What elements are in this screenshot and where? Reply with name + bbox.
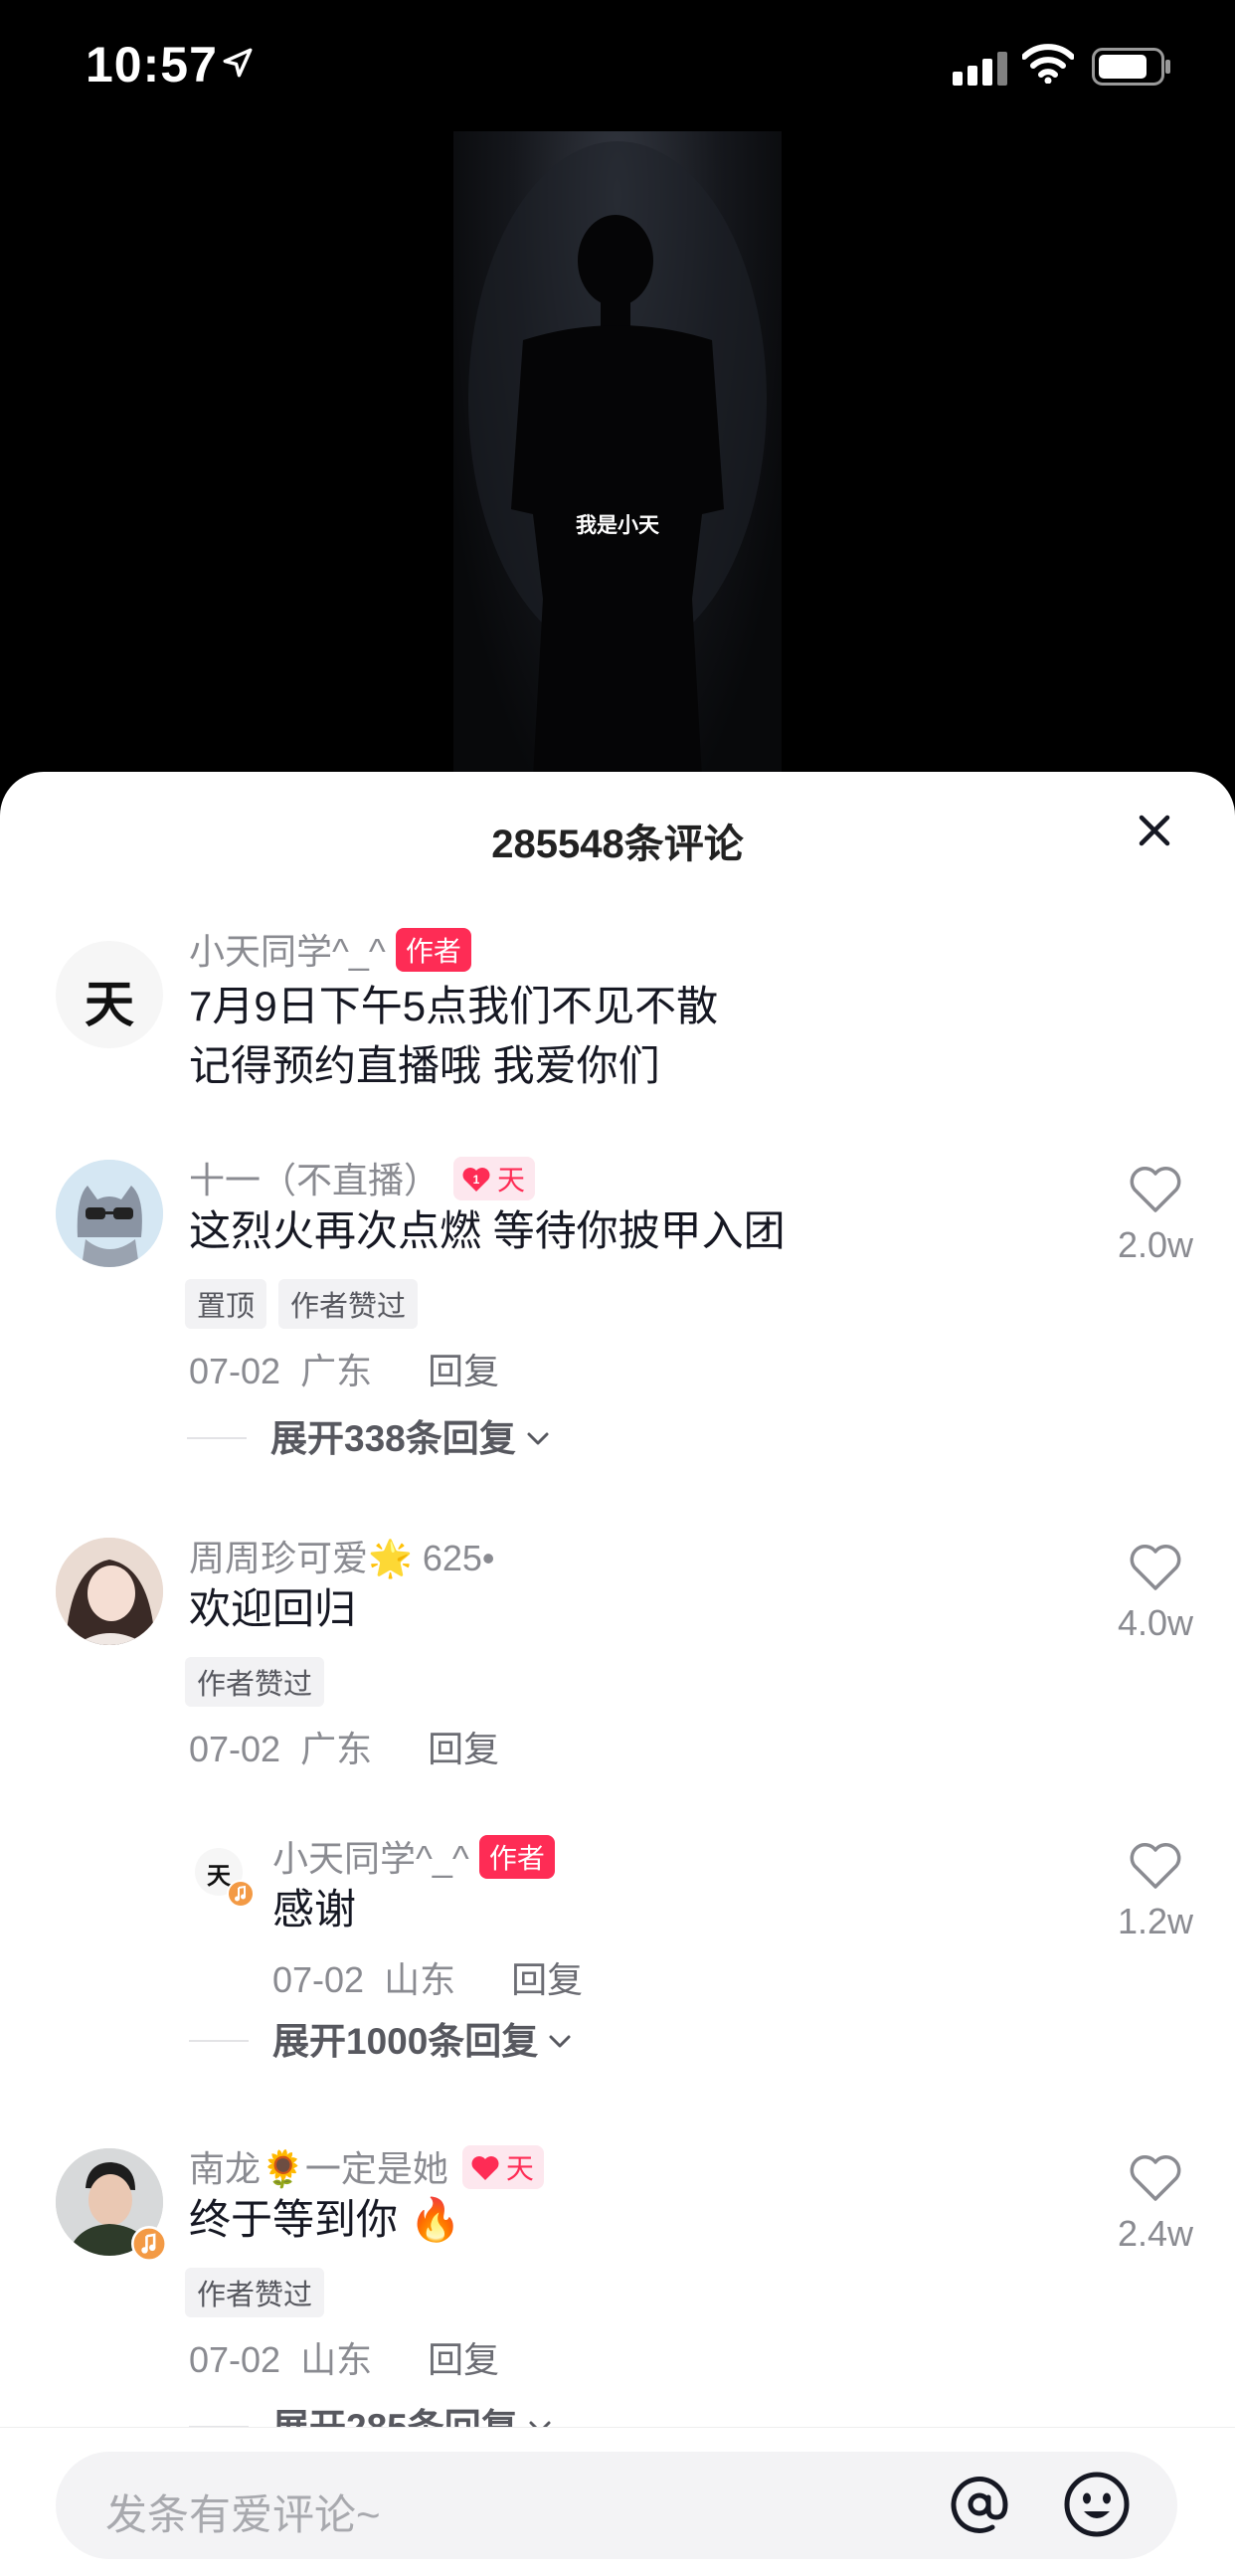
battery-icon [1092, 48, 1170, 86]
author-badge: 作者 [478, 1835, 555, 1879]
chevron-down-icon [527, 1432, 549, 1445]
comment-tags: 置顶 作者赞过 [185, 1279, 430, 1329]
chevron-down-icon [549, 2035, 571, 2048]
video-player[interactable]: 我是小天 [453, 131, 782, 778]
avatar-char: 天 [85, 975, 134, 1033]
like-count: 1.2w [1117, 1901, 1194, 1941]
comment-meta: 07-02 广东 回复 [189, 1343, 499, 1394]
comments-sheet: 285548条评论 天 小天同学^_^ 作者 7月9日下午5点我们不见不散 记得预… [0, 772, 1235, 2575]
avatar[interactable] [56, 1160, 163, 1267]
video-caption: 我是小天 [576, 512, 659, 537]
reply-button[interactable]: 回复 [511, 1959, 583, 2000]
pinned-tag: 置顶 [185, 1279, 267, 1329]
heart-badge-icon: 1 [462, 1168, 490, 1192]
author-liked-tag: 作者赞过 [278, 1279, 419, 1329]
avatar[interactable] [56, 1538, 163, 1645]
comment-date: 07-02 [189, 2339, 281, 2380]
like-button[interactable]: 2.4w [1106, 2154, 1205, 2255]
comment-author-name[interactable]: 小天同学^_^ 作者 [272, 1830, 555, 1882]
reply-button[interactable]: 回复 [428, 1351, 499, 1391]
heart-outline-icon [1130, 2155, 1181, 2201]
comment-input[interactable]: 发条有爱评论~ [56, 2452, 1177, 2559]
comment-meta: 07-02 山东 回复 [189, 2331, 499, 2383]
comment-text-line: 7月9日下午5点我们不见不散 [189, 983, 719, 1029]
comments-count-title: 285548条评论 [491, 823, 744, 866]
comment-author-name[interactable]: 十一（不直播） 1 天 [189, 1152, 536, 1203]
comment-text: 终于等到你 🔥 [189, 2196, 461, 2243]
comment-text-line: 记得预约直播哦 我爱你们 [189, 1042, 660, 1089]
status-bar: 10:57 [0, 0, 1235, 129]
comment-location: 山东 [384, 1959, 456, 2000]
user-photo-avatar [56, 1538, 163, 1645]
like-button[interactable]: 1.2w [1106, 1842, 1205, 1942]
comment-text: 感谢 [272, 1886, 357, 1932]
heart-badge-icon [471, 2156, 499, 2180]
reply-button[interactable]: 回复 [428, 2339, 499, 2380]
divider-line [189, 2040, 249, 2042]
comment-meta: 07-02 山东 回复 [272, 1951, 583, 2003]
music-note-badge-icon [131, 2226, 167, 2262]
expand-replies-button[interactable]: 展开1000条回复 [189, 2011, 574, 2065]
input-placeholder: 发条有爱评论~ [105, 2491, 381, 2538]
cat-avatar-icon [56, 1160, 163, 1267]
person-silhouette [468, 141, 767, 778]
location-arrow-icon [223, 48, 253, 78]
divider-line [187, 1437, 247, 1439]
comment-input-bar: 发条有爱评论~ [0, 2427, 1235, 2576]
comment-location: 广东 [300, 1351, 373, 1391]
author-liked-tag: 作者赞过 [185, 1657, 325, 1707]
music-note-badge-icon [227, 1880, 255, 1908]
comment-date: 07-02 [272, 1959, 365, 2000]
comment-meta: 07-02 广东 回复 [189, 1721, 499, 1772]
nested-reply: 天 小天同学^_^ 作者 感谢 07-02 山东 回复 1.2w [0, 1835, 1235, 2015]
comment-author-name[interactable]: 周周珍可爱🌟 625• [189, 1530, 495, 1581]
svg-text:1: 1 [473, 1173, 480, 1187]
expand-replies-button[interactable]: 展开338条回复 [187, 1408, 552, 1462]
comment-item: 周周珍可爱🌟 625• 欢迎回归 作者赞过 07-02 广东 回复 4.0w 天 … [0, 1538, 1235, 2095]
wifi-icon [1022, 44, 1074, 84]
comment-author-name[interactable]: 小天同学^_^ 作者 [189, 923, 471, 975]
author-badge: 作者 [395, 928, 471, 972]
reply-button[interactable]: 回复 [428, 1729, 499, 1769]
fan-club-badge: 1天 [453, 1157, 536, 1200]
comment-date: 07-02 [189, 1729, 281, 1769]
heart-outline-icon [1130, 1167, 1181, 1212]
comment-text: 欢迎回归 [189, 1585, 357, 1632]
cellular-signal-icon [953, 52, 1007, 86]
fan-club-badge: 天 [461, 2145, 544, 2189]
close-icon[interactable] [1134, 810, 1175, 851]
like-count: 4.0w [1117, 1602, 1194, 1643]
author-liked-tag: 作者赞过 [185, 2268, 325, 2317]
author-post: 天 小天同学^_^ 作者 7月9日下午5点我们不见不散 记得预约直播哦 我爱你们 [0, 921, 1235, 1110]
heart-outline-icon [1130, 1545, 1181, 1590]
like-count: 2.0w [1117, 1224, 1194, 1265]
comment-location: 山东 [300, 2339, 373, 2380]
heart-outline-icon [1130, 1843, 1181, 1889]
avatar[interactable]: 天 [56, 941, 163, 1048]
comment-item: 十一（不直播） 1 天 这烈火再次点燃 等待你披甲入团 置顶 作者赞过 07-02 广… [0, 1157, 1235, 1498]
comment-text: 这烈火再次点燃 等待你披甲入团 [189, 1207, 786, 1254]
emoji-icon[interactable] [1060, 2468, 1134, 2541]
comment-author-name[interactable]: 南龙🌻一定是她天 [189, 2140, 544, 2192]
status-time: 10:57 [86, 37, 218, 92]
like-count: 2.4w [1117, 2213, 1194, 2254]
comment-date: 07-02 [189, 1351, 281, 1391]
comment-tags: 作者赞过 [185, 2268, 336, 2317]
like-button[interactable]: 4.0w [1106, 1544, 1205, 1644]
comment-location: 广东 [300, 1729, 373, 1769]
at-mention-icon[interactable] [943, 2468, 1016, 2541]
like-button[interactable]: 2.0w [1106, 1166, 1205, 1266]
comment-tags: 作者赞过 [185, 1657, 336, 1707]
